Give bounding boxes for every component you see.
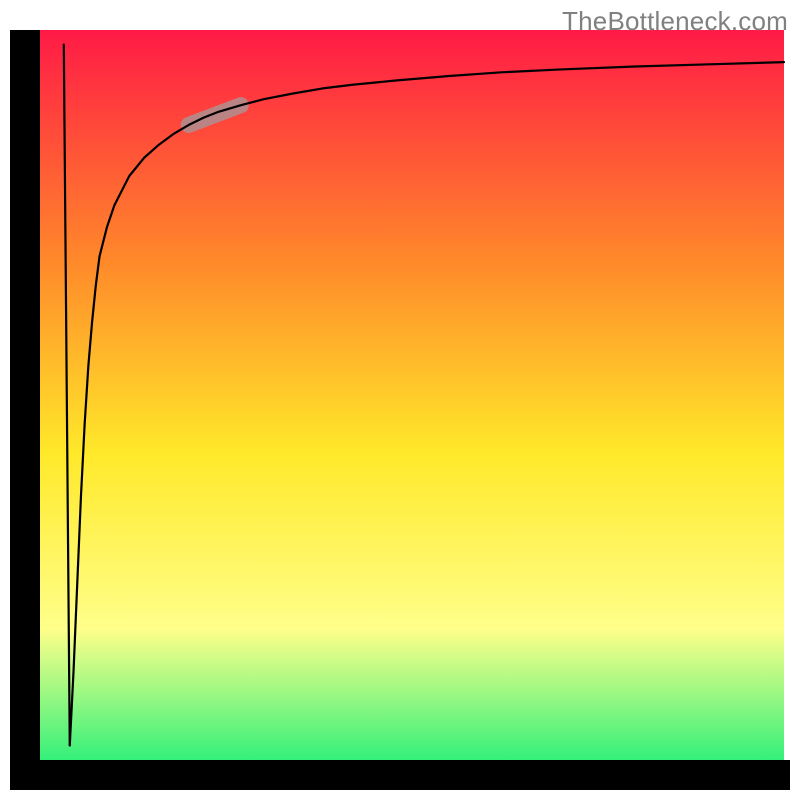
attribution-label: TheBottleneck.com [562,6,788,37]
bottleneck-chart [0,0,800,800]
plot-background [40,30,784,760]
x-axis-border [10,760,790,790]
chart-frame: TheBottleneck.com [0,0,800,800]
y-axis-border [10,30,40,775]
